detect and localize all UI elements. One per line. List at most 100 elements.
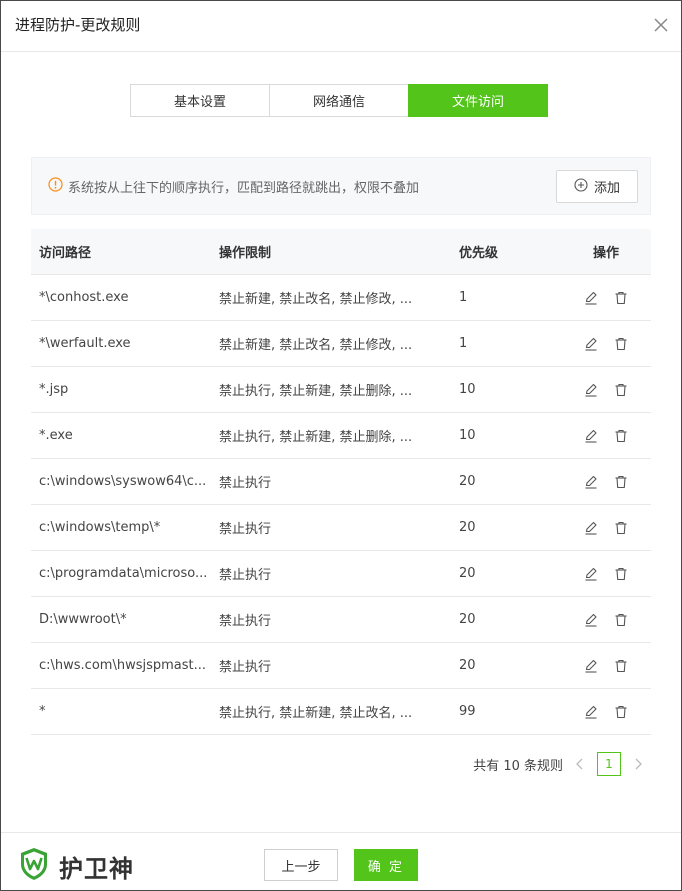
cell-priority: 1 bbox=[459, 336, 468, 351]
table-row: c:\programdata\microso... 禁止执行 20 bbox=[31, 551, 651, 597]
cell-priority: 20 bbox=[459, 520, 476, 535]
cell-actions bbox=[561, 705, 651, 719]
edit-icon[interactable] bbox=[584, 613, 598, 627]
trash-icon[interactable] bbox=[614, 521, 628, 535]
notice-bar: 系统按从上往下的顺序执行，匹配到路径就跳出，权限不叠加 添加 bbox=[31, 157, 651, 215]
edit-icon[interactable] bbox=[584, 659, 598, 673]
plus-circle-icon bbox=[574, 177, 588, 196]
tab-file-access[interactable]: 文件访问 bbox=[408, 84, 548, 117]
edit-icon[interactable] bbox=[584, 475, 598, 489]
cell-limit: 禁止执行 bbox=[219, 522, 272, 537]
rules-table: 访问路径 操作限制 优先级 操作 *\conhost.exe 禁止新建, 禁止改名… bbox=[31, 229, 651, 735]
trash-icon[interactable] bbox=[614, 337, 628, 351]
trash-icon[interactable] bbox=[614, 613, 628, 627]
cell-actions bbox=[561, 383, 651, 397]
trash-icon[interactable] bbox=[614, 429, 628, 443]
cell-actions bbox=[561, 567, 651, 581]
edit-icon[interactable] bbox=[584, 521, 598, 535]
add-button[interactable]: 添加 bbox=[556, 170, 638, 203]
add-button-label: 添加 bbox=[593, 181, 620, 196]
cell-actions bbox=[561, 613, 651, 627]
cell-priority: 10 bbox=[459, 382, 476, 397]
cell-actions bbox=[561, 291, 651, 305]
table-header: 访问路径 操作限制 优先级 操作 bbox=[31, 229, 651, 275]
dialog-title: 进程防护-更改规则 bbox=[15, 16, 141, 34]
cell-actions bbox=[561, 475, 651, 489]
header-priority: 优先级 bbox=[459, 246, 499, 261]
edit-icon[interactable] bbox=[584, 429, 598, 443]
info-icon bbox=[48, 177, 63, 192]
edit-icon[interactable] bbox=[584, 567, 598, 581]
cell-path: *\werfault.exe bbox=[39, 336, 131, 351]
pagination: 共有 10 条规则 1 bbox=[473, 751, 645, 777]
cell-path: *.exe bbox=[39, 428, 73, 443]
cell-limit: 禁止新建, 禁止改名, 禁止修改, ... bbox=[219, 338, 413, 353]
cell-limit: 禁止执行 bbox=[219, 476, 272, 491]
cell-limit: 禁止执行 bbox=[219, 568, 272, 583]
pager-summary: 共有 10 条规则 bbox=[473, 758, 563, 774]
cell-path: c:\hws.com\hwsjspmast... bbox=[39, 658, 207, 673]
tab-basic-settings[interactable]: 基本设置 bbox=[130, 84, 270, 117]
tab-network[interactable]: 网络通信 bbox=[269, 84, 409, 117]
table-row: c:\windows\syswow64\c... 禁止执行 20 bbox=[31, 459, 651, 505]
title-bar: 进程防护-更改规则 bbox=[1, 1, 681, 52]
table-row: *.jsp 禁止执行, 禁止新建, 禁止删除, ... 10 bbox=[31, 367, 651, 413]
trash-icon[interactable] bbox=[614, 291, 628, 305]
cell-limit: 禁止执行, 禁止新建, 禁止删除, ... bbox=[219, 384, 413, 399]
cell-path: * bbox=[39, 704, 46, 719]
table-row: *.exe 禁止执行, 禁止新建, 禁止删除, ... 10 bbox=[31, 413, 651, 459]
notice-text: 系统按从上往下的顺序执行，匹配到路径就跳出，权限不叠加 bbox=[68, 181, 420, 196]
cell-priority: 20 bbox=[459, 658, 476, 673]
cell-actions bbox=[561, 429, 651, 443]
table-row: c:\windows\temp\* 禁止执行 20 bbox=[31, 505, 651, 551]
brand-logo: 护卫神 bbox=[19, 847, 134, 885]
logo-text: 护卫神 bbox=[59, 854, 134, 883]
table-body: *\conhost.exe 禁止新建, 禁止改名, 禁止修改, ... 1 *\wer… bbox=[31, 275, 651, 735]
trash-icon[interactable] bbox=[614, 475, 628, 489]
trash-icon[interactable] bbox=[614, 705, 628, 719]
cell-priority: 20 bbox=[459, 566, 476, 581]
cell-priority: 99 bbox=[459, 704, 476, 719]
cell-path: c:\windows\temp\* bbox=[39, 520, 161, 535]
cell-path: *\conhost.exe bbox=[39, 290, 129, 305]
cell-actions bbox=[561, 521, 651, 535]
header-action: 操作 bbox=[592, 246, 619, 261]
confirm-button[interactable]: 确 定 bbox=[354, 849, 418, 881]
close-icon[interactable] bbox=[651, 15, 671, 35]
cell-limit: 禁止新建, 禁止改名, 禁止修改, ... bbox=[219, 292, 413, 307]
table-row: *\werfault.exe 禁止新建, 禁止改名, 禁止修改, ... 1 bbox=[31, 321, 651, 367]
edit-icon[interactable] bbox=[584, 291, 598, 305]
edit-icon[interactable] bbox=[584, 705, 598, 719]
cell-priority: 1 bbox=[459, 290, 468, 305]
page-number[interactable]: 1 bbox=[597, 752, 621, 776]
edit-icon[interactable] bbox=[584, 337, 598, 351]
table-row: D:\wwwroot\* 禁止执行 20 bbox=[31, 597, 651, 643]
table-row: *\conhost.exe 禁止新建, 禁止改名, 禁止修改, ... 1 bbox=[31, 275, 651, 321]
cell-path: D:\wwwroot\* bbox=[39, 612, 127, 627]
cell-limit: 禁止执行, 禁止新建, 禁止删除, ... bbox=[219, 430, 413, 445]
chevron-right-icon[interactable] bbox=[631, 757, 645, 771]
cell-priority: 20 bbox=[459, 474, 476, 489]
prev-step-button[interactable]: 上一步 bbox=[264, 849, 338, 881]
table-row: c:\hws.com\hwsjspmast... 禁止执行 20 bbox=[31, 643, 651, 689]
tab-bar: 基本设置 网络通信 文件访问 bbox=[130, 84, 548, 117]
cell-limit: 禁止执行 bbox=[219, 614, 272, 629]
footer: 护卫神 上一步 确 定 bbox=[1, 832, 681, 890]
chevron-left-icon[interactable] bbox=[573, 757, 587, 771]
trash-icon[interactable] bbox=[614, 659, 628, 673]
cell-priority: 20 bbox=[459, 612, 476, 627]
header-limit: 操作限制 bbox=[219, 246, 272, 261]
cell-priority: 10 bbox=[459, 428, 476, 443]
cell-path: c:\windows\syswow64\c... bbox=[39, 474, 207, 489]
trash-icon[interactable] bbox=[614, 383, 628, 397]
cell-limit: 禁止执行 bbox=[219, 660, 272, 675]
trash-icon[interactable] bbox=[614, 567, 628, 581]
cell-path: c:\programdata\microso... bbox=[39, 566, 208, 581]
dialog: 进程防护-更改规则 基本设置 网络通信 文件访问 系统按从上往下的顺序执行，匹配… bbox=[0, 0, 682, 891]
header-path: 访问路径 bbox=[39, 246, 92, 261]
cell-path: *.jsp bbox=[39, 382, 69, 397]
edit-icon[interactable] bbox=[584, 383, 598, 397]
cell-actions bbox=[561, 337, 651, 351]
shield-icon bbox=[19, 847, 49, 885]
table-row: * 禁止执行, 禁止新建, 禁止改名, ... 99 bbox=[31, 689, 651, 735]
